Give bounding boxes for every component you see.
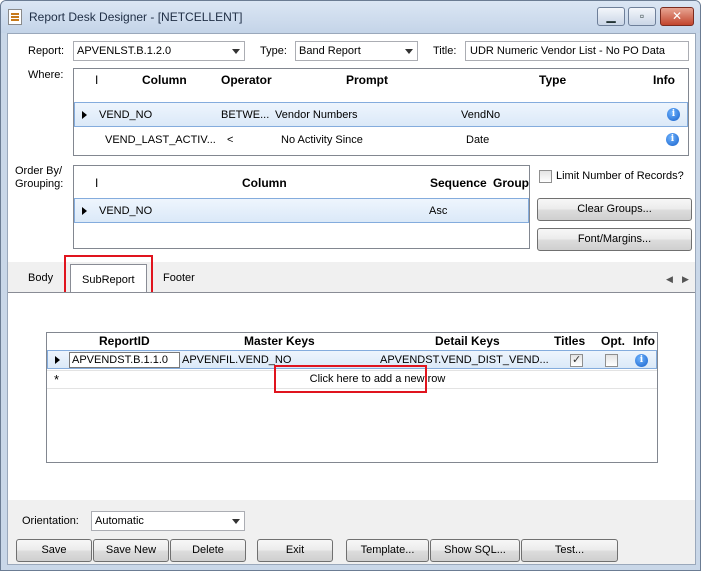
save-button[interactable]: Save [16, 539, 92, 562]
limit-records-label: Limit Number of Records? [556, 170, 684, 182]
app-window: Report Desk Designer - [NETCELLENT] ▁ ▫ … [0, 0, 701, 571]
orientation-label: Orientation: [22, 515, 79, 527]
subreport-grid[interactable]: ReportID Master Keys Detail Keys Titles … [46, 332, 658, 463]
chevron-down-icon [405, 49, 413, 54]
tab-scroll-left-icon[interactable]: ◀ [666, 274, 673, 285]
sub-col-master-keys[interactable]: Master Keys [244, 334, 315, 348]
where-row-operator[interactable]: < [227, 134, 272, 146]
where-row[interactable]: VEND_NO BETWE... Vendor Numbers VendNo i [74, 102, 688, 127]
order-by-label: Order By/ [15, 165, 63, 177]
orientation-combo[interactable]: Automatic [91, 511, 245, 531]
type-combo[interactable]: Band Report [295, 41, 418, 61]
minimize-icon: ▁ [606, 9, 616, 23]
orientation-combo-value: Automatic [95, 515, 144, 527]
report-combo[interactable]: APVENLST.B.1.2.0 [73, 41, 245, 61]
order-col-group[interactable]: Group [493, 176, 529, 190]
sub-col-detail-keys[interactable]: Detail Keys [435, 334, 500, 348]
report-label: Report: [28, 45, 65, 57]
row-pointer-icon [82, 111, 87, 119]
tab-footer[interactable]: Footer [153, 266, 205, 292]
close-button[interactable]: ✕ [660, 7, 694, 26]
where-row-type[interactable]: VendNo [461, 109, 646, 121]
where-col-type[interactable]: Type [539, 73, 566, 87]
where-row-operator[interactable]: BETWE... [221, 109, 273, 121]
maximize-icon: ▫ [639, 9, 645, 23]
where-col-prompt[interactable]: Prompt [346, 73, 388, 87]
maximize-button[interactable]: ▫ [628, 7, 656, 26]
order-row-sequence[interactable]: Asc [429, 205, 447, 217]
title-input[interactable]: UDR Numeric Vendor List - No PO Data [465, 41, 689, 61]
report-combo-value: APVENLST.B.1.2.0 [77, 45, 172, 57]
tab-body[interactable]: Body [18, 266, 63, 292]
where-grid[interactable]: I Column Operator Prompt Type Info VEND_… [73, 68, 689, 156]
info-icon[interactable]: i [635, 354, 648, 367]
order-row-column[interactable]: VEND_NO [99, 205, 152, 217]
type-combo-value: Band Report [299, 45, 361, 57]
info-icon[interactable]: i [667, 108, 680, 121]
order-col-i: I [95, 176, 99, 190]
row-pointer-icon [82, 207, 87, 215]
where-label: Where: [28, 69, 64, 81]
order-row[interactable]: VEND_NO Asc [74, 198, 529, 223]
clear-groups-button[interactable]: Clear Groups... [537, 198, 692, 221]
save-new-button[interactable]: Save New [93, 539, 169, 562]
title-bar[interactable]: Report Desk Designer - [NETCELLENT] ▁ ▫ … [1, 1, 700, 33]
where-col-column[interactable]: Column [142, 73, 187, 87]
limit-records-checkbox[interactable] [539, 170, 552, 183]
close-icon: ✕ [671, 9, 683, 23]
chevron-down-icon [232, 49, 240, 54]
type-label: Type: [260, 45, 287, 57]
where-row-prompt[interactable]: Vendor Numbers [275, 109, 460, 121]
info-icon[interactable]: i [666, 133, 679, 146]
sub-row-opt-checkbox[interactable] [605, 354, 618, 367]
sub-col-titles[interactable]: Titles [554, 334, 585, 348]
where-row-column[interactable]: VEND_NO [99, 109, 219, 121]
new-row-marker: * [54, 372, 60, 387]
order-col-column[interactable]: Column [242, 176, 287, 190]
client-area: Report: APVENLST.B.1.2.0 Type: Band Repo… [7, 33, 696, 565]
where-row-prompt[interactable]: No Activity Since [281, 134, 459, 146]
font-margins-button[interactable]: Font/Margins... [537, 228, 692, 251]
subreport-panel: ReportID Master Keys Detail Keys Titles … [8, 292, 695, 500]
grouping-label: Grouping: [15, 178, 64, 190]
highlight-add-row [274, 365, 427, 393]
report-app-icon [8, 9, 22, 25]
test-button[interactable]: Test... [521, 539, 618, 562]
exit-button[interactable]: Exit [257, 539, 333, 562]
order-col-sequence[interactable]: Sequence [430, 176, 487, 190]
template-button[interactable]: Template... [346, 539, 429, 562]
where-row-type[interactable]: Date [466, 134, 644, 146]
window-title: Report Desk Designer - [NETCELLENT] [29, 10, 243, 24]
where-row[interactable]: VEND_LAST_ACTIV... < No Activity Since D… [74, 128, 688, 153]
where-row-column[interactable]: VEND_LAST_ACTIV... [105, 134, 218, 146]
where-col-i: I [95, 73, 99, 87]
sub-col-reportid[interactable]: ReportID [99, 334, 150, 348]
delete-button[interactable]: Delete [170, 539, 246, 562]
show-sql-button[interactable]: Show SQL... [430, 539, 520, 562]
sub-col-opt[interactable]: Opt. [601, 334, 625, 348]
title-label: Title: [433, 45, 457, 57]
chevron-down-icon [232, 519, 240, 524]
where-col-info[interactable]: Info [653, 73, 675, 87]
minimize-button[interactable]: ▁ [597, 7, 625, 26]
order-by-grid[interactable]: I Column Sequence Group VEND_NO Asc [73, 165, 530, 249]
tab-scroll-right-icon[interactable]: ▶ [682, 274, 689, 285]
sub-row-reportid[interactable]: APVENDST.B.1.1.0 [69, 352, 180, 368]
query-panel: Report: APVENLST.B.1.2.0 Type: Band Repo… [8, 34, 695, 262]
row-pointer-icon [55, 356, 60, 364]
where-col-operator[interactable]: Operator [221, 73, 272, 87]
sub-row-titles-checkbox[interactable] [570, 353, 583, 367]
sub-col-info[interactable]: Info [633, 334, 655, 348]
